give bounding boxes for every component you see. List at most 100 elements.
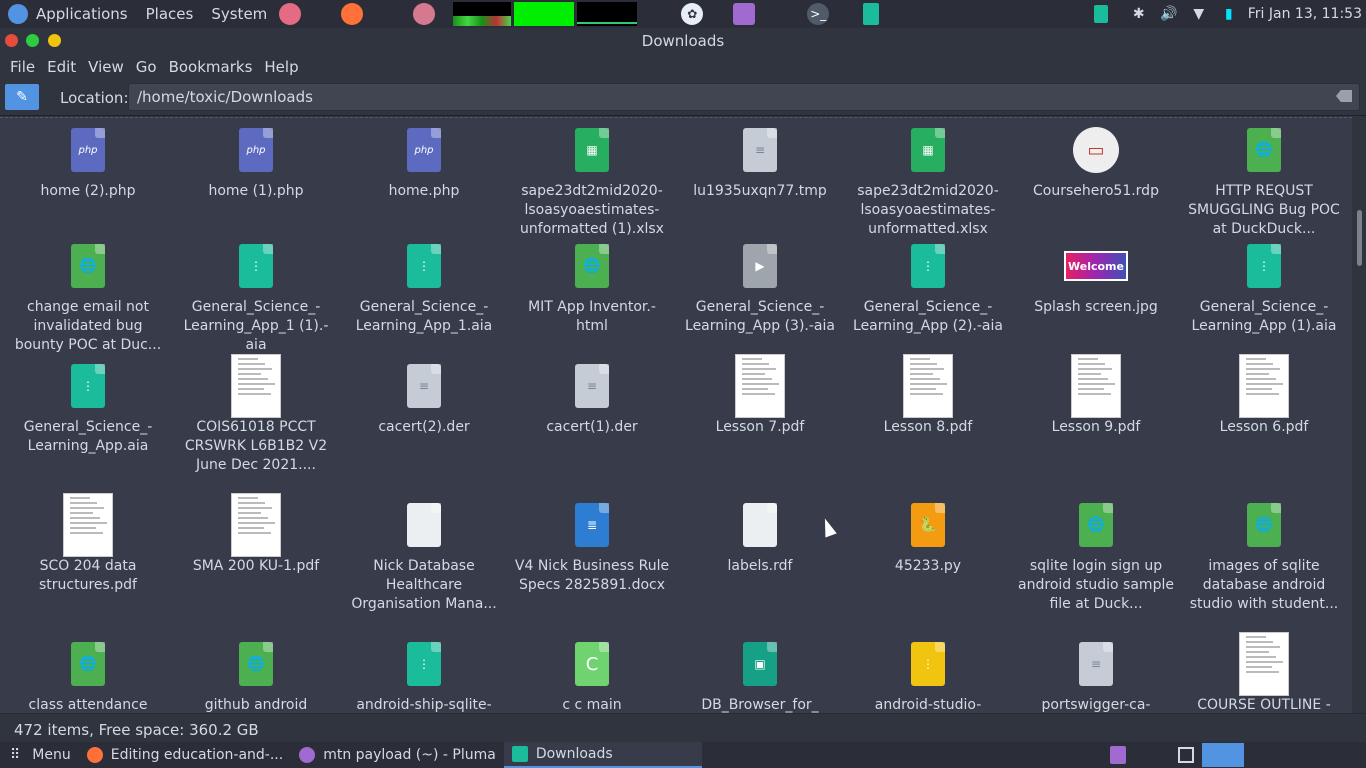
file-item[interactable]: Lesson 9.pdf: [1016, 354, 1176, 437]
file-name: portswigger-ca-: [1041, 697, 1151, 713]
text-editor-tray-icon[interactable]: [1110, 746, 1126, 764]
file-item[interactable]: Lesson 6.pdf: [1184, 354, 1344, 437]
menu-file[interactable]: File: [8, 58, 37, 76]
file-item[interactable]: 🌐 sqlite login sign up android studio sam…: [1016, 493, 1176, 614]
python-file-icon: 🐍: [911, 503, 945, 547]
file-item[interactable]: COIS61018 PCCT CRSWRK L6B1B2 V2 June Dec…: [176, 354, 336, 475]
file-item[interactable]: ≡ cacert(1).der: [512, 354, 672, 437]
text-file-icon: ≡: [407, 364, 441, 408]
file-item[interactable]: ⋮ General_Science_-Learning_App (2).-aia: [848, 234, 1008, 336]
distro-logo-icon[interactable]: [8, 4, 28, 24]
status-bar: 472 items, Free space: 360.2 GB: [0, 713, 1366, 742]
file-item[interactable]: Nick Database Healthcare Organisation Ma…: [344, 493, 504, 614]
file-name: Nick Database Healthcare Organisation Ma…: [351, 558, 497, 612]
file-name: home.php: [388, 183, 460, 199]
file-item[interactable]: ≡ portswigger-ca-: [1016, 632, 1176, 713]
file-item[interactable]: ⋮ android-studio-: [848, 632, 1008, 713]
battery-icon[interactable]: ▮: [1220, 5, 1238, 23]
wifi-icon[interactable]: ▼: [1190, 5, 1208, 23]
archive-file-icon: ⋮: [1247, 244, 1281, 288]
text-editor-launcher-icon[interactable]: [733, 3, 756, 25]
file-name: home (1).php: [208, 183, 304, 199]
taskbar-item-firefox[interactable]: Editing education-and-...: [79, 742, 291, 768]
file-name: V4 Nick Business Rule Specs 2825891.docx: [514, 558, 670, 593]
file-item[interactable]: ▦ sape23dt2mid2020-lsoasyoaestimates-unfo…: [512, 118, 672, 239]
file-item[interactable]: 🌐 images of sqlite database android studi…: [1184, 493, 1344, 614]
file-name: sqlite login sign up android studio samp…: [1018, 558, 1174, 612]
file-item[interactable]: 🌐 HTTP REQUST SMUGGLING Bug POC at DuckDu…: [1184, 118, 1344, 239]
file-item[interactable]: 🌐 class attendance: [8, 632, 168, 713]
file-item[interactable]: ⋮ General_Science_-Learning_App.aia: [8, 354, 168, 456]
scrollbar[interactable]: [1357, 210, 1362, 266]
file-item[interactable]: Welcome Splash screen.jpg: [1016, 234, 1176, 317]
file-item[interactable]: php home (2).php: [8, 118, 168, 201]
terminal-launcher-icon[interactable]: >_: [807, 3, 830, 25]
file-name: sape23dt2mid2020-lsoasyoaestimates-unfor…: [857, 183, 999, 237]
file-name: change email not invalidated bug bounty …: [14, 299, 162, 353]
file-name: DB_Browser_for_: [701, 697, 819, 713]
menu-bookmarks[interactable]: Bookmarks: [167, 58, 255, 76]
file-item[interactable]: ⋮ General_Science_-Learning_App_1 (1).-ai…: [176, 234, 336, 355]
file-item[interactable]: Lesson 7.pdf: [680, 354, 840, 437]
file-item[interactable]: php home (1).php: [176, 118, 336, 201]
app-launcher-icon[interactable]: [279, 3, 302, 25]
taskbar-item-downloads[interactable]: Downloads: [503, 742, 702, 768]
file-name: Coursehero51.rdp: [1033, 183, 1159, 199]
system-menu[interactable]: System: [211, 5, 267, 23]
workspace-switcher-icon[interactable]: [1178, 747, 1194, 763]
executable-icon: ▣: [743, 642, 777, 686]
active-window-thumbnail[interactable]: [1202, 743, 1244, 767]
file-item[interactable]: ≣ V4 Nick Business Rule Specs 2825891.doc…: [512, 493, 672, 595]
file-item[interactable]: 🌐 change email not invalidated bug bounty…: [8, 234, 168, 355]
volume-icon[interactable]: 🔊: [1160, 5, 1178, 23]
file-item[interactable]: php home.php: [344, 118, 504, 201]
taskbar-menu-button[interactable]: ⠿ Menu: [0, 742, 79, 768]
file-item[interactable]: 🐍 45233.py: [848, 493, 1008, 576]
archive-tray-icon[interactable]: [1093, 5, 1108, 23]
location-input[interactable]: /home/toxic/Downloads: [128, 83, 1360, 111]
php-file-icon: php: [239, 128, 273, 172]
menu-go[interactable]: Go: [134, 58, 159, 76]
app-launcher-icon-2[interactable]: [413, 3, 436, 25]
spreadsheet-icon: ▦: [911, 128, 945, 172]
file-item[interactable]: ⋮ android-ship-sqlite-: [344, 632, 504, 713]
archive-file-icon: ⋮: [407, 642, 441, 686]
file-item[interactable]: Cc c main: [512, 632, 672, 713]
applications-menu[interactable]: Applications: [36, 5, 128, 23]
file-item[interactable]: ▶ General_Science_-Learning_App (3).-aia: [680, 234, 840, 336]
bluetooth-icon[interactable]: ✱: [1130, 5, 1148, 23]
archive-launcher-icon[interactable]: [863, 3, 880, 25]
file-name: General_Science_-Learning_App (1).aia: [1191, 299, 1337, 334]
taskbar-item-pluma[interactable]: mtn payload (~) - Pluma: [291, 742, 504, 768]
file-item[interactable]: Lesson 8.pdf: [848, 354, 1008, 437]
pencil-icon[interactable]: ✎: [5, 84, 39, 110]
places-menu[interactable]: Places: [146, 5, 194, 23]
file-item[interactable]: 🌐 MIT App Inventor.-html: [512, 234, 672, 336]
file-item[interactable]: labels.rdf: [680, 493, 840, 576]
file-name: Lesson 8.pdf: [883, 419, 973, 435]
file-grid[interactable]: php home (2).php php home (1).php php home.ph…: [0, 117, 1352, 713]
file-item[interactable]: ▦ sape23dt2mid2020-lsoasyoaestimates-unfo…: [848, 118, 1008, 239]
menu-view[interactable]: View: [86, 58, 126, 76]
file-item[interactable]: 🌐 github android: [176, 632, 336, 713]
file-item[interactable]: ▣ DB_Browser_for_: [680, 632, 840, 713]
window-title: Downloads: [641, 32, 725, 50]
settings-launcher-icon[interactable]: ✿: [681, 3, 704, 25]
file-item[interactable]: SCO 204 data structures.pdf: [8, 493, 168, 595]
menu-help[interactable]: Help: [262, 58, 300, 76]
firefox-icon[interactable]: [341, 3, 364, 25]
file-item[interactable]: ⋮ General_Science_-Learning_App_1.aia: [344, 234, 504, 336]
file-item[interactable]: SMA 200 KU-1.pdf: [176, 493, 336, 576]
file-item[interactable]: ▭ Coursehero51.rdp: [1016, 118, 1176, 201]
file-item[interactable]: ≡ cacert(2).der: [344, 354, 504, 437]
file-name: HTTP REQUST SMUGGLING Bug POC at DuckDuc…: [1188, 183, 1340, 237]
file-item[interactable]: ≡ lu1935uxqn77.tmp: [680, 118, 840, 201]
file-name: SMA 200 KU-1.pdf: [192, 558, 320, 574]
window-titlebar[interactable]: Downloads: [0, 28, 1366, 54]
file-item[interactable]: COURSE OUTLINE -: [1184, 632, 1344, 713]
file-item[interactable]: ⋮ General_Science_-Learning_App (1).aia: [1184, 234, 1344, 336]
taskbar-item-label: Editing education-and-...: [110, 747, 284, 763]
grid-icon: ⠿: [10, 747, 21, 763]
clock[interactable]: Fri Jan 13, 11:53: [1248, 6, 1362, 22]
menu-edit[interactable]: Edit: [45, 58, 78, 76]
